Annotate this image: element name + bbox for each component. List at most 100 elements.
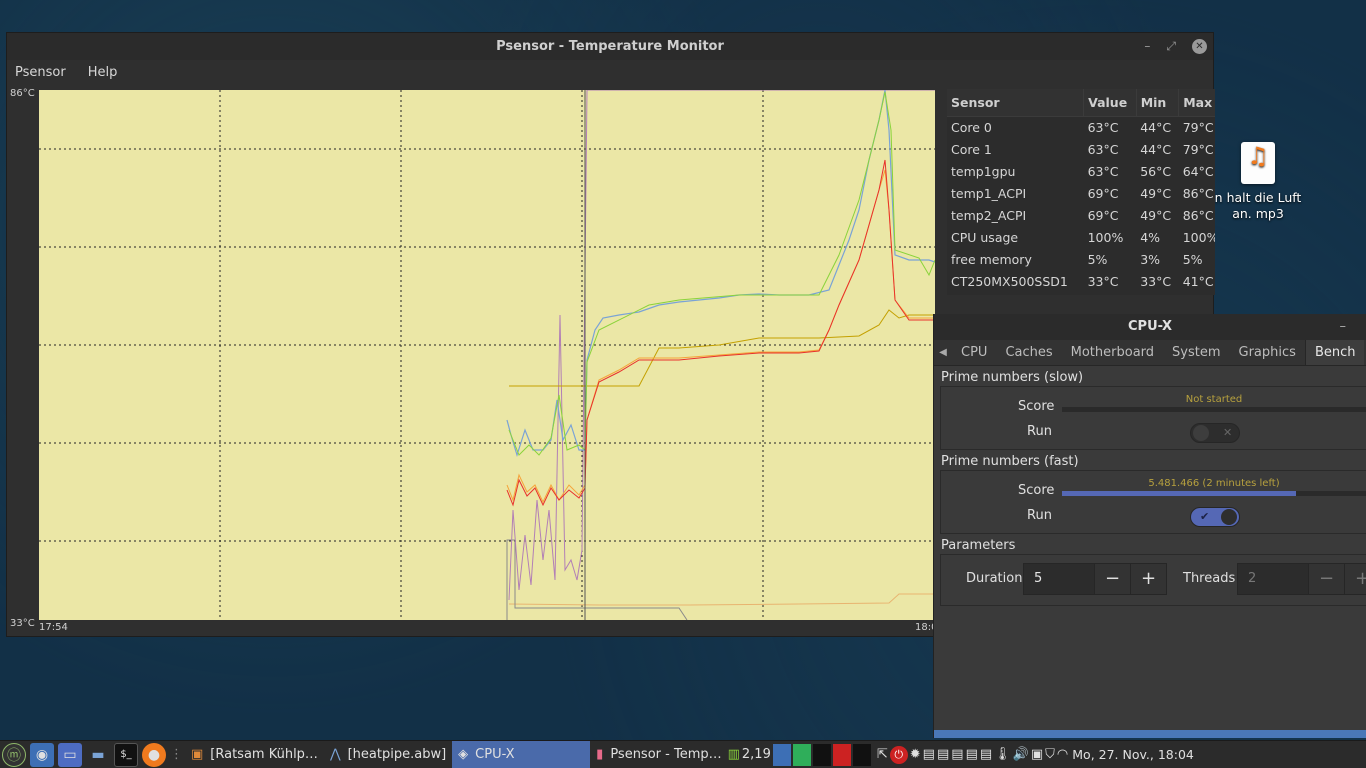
- thermometer-icon[interactable]: 🌡: [994, 747, 1011, 762]
- tab-caches[interactable]: Caches: [996, 340, 1061, 365]
- task-heatpipe[interactable]: ⋀ [heatpipe.abw]: [324, 741, 452, 768]
- task-label: Psensor - Temp…: [610, 747, 722, 762]
- prime-slow-score-label: Score: [1018, 399, 1055, 414]
- prime-fast-score-label: Score: [1018, 483, 1055, 498]
- series-free-memory: [508, 593, 935, 606]
- graph-x-start: 17:54: [39, 622, 68, 633]
- taskbar: ⓜ ◉ ▭ ▬ $_ ● ⋮ ▣ [Ratsam Kühlp… ⋀ [heatp…: [0, 740, 1366, 768]
- wifi-icon[interactable]: ◠: [1057, 747, 1068, 762]
- tab-bench[interactable]: Bench: [1304, 340, 1365, 365]
- sensor-value: 69°C: [1087, 208, 1119, 223]
- tab-scroll-left-icon[interactable]: ◀: [934, 347, 952, 358]
- sensor-row[interactable]: CT250MX500SSD1 33°C 33°C 41°C: [947, 271, 1215, 293]
- menu-psensor[interactable]: Psensor: [15, 65, 66, 80]
- prime-fast-score-text: 5.481.466 (2 minutes left): [1148, 478, 1280, 489]
- power-icon[interactable]: ⏻: [889, 745, 908, 764]
- maximize-icon[interactable]: ⤢: [1166, 33, 1176, 60]
- minimize-icon[interactable]: –: [1340, 314, 1347, 340]
- sensor-row[interactable]: temp1gpu 63°C 56°C 64°C: [947, 161, 1215, 183]
- task-ratsam[interactable]: ▣ [Ratsam Kühlp…: [185, 741, 324, 768]
- col-max[interactable]: Max: [1178, 89, 1215, 117]
- threads-spinner: 2 − +: [1237, 563, 1366, 595]
- duration-decrement-button[interactable]: −: [1094, 564, 1130, 594]
- sensor-min: 44°C: [1140, 120, 1172, 135]
- graph-svg: [39, 89, 936, 621]
- sensor-value: 33°C: [1087, 274, 1119, 289]
- sensor-max: 5%: [1182, 252, 1203, 267]
- col-sensor[interactable]: Sensor: [947, 89, 1085, 117]
- sensor-min: 49°C: [1140, 208, 1172, 223]
- menu-help[interactable]: Help: [88, 65, 118, 80]
- minimize-icon[interactable]: –: [1144, 33, 1150, 60]
- drive-icon[interactable]: ▤: [980, 747, 992, 762]
- drive-icon[interactable]: ▤: [923, 747, 935, 762]
- cpux-icon: ◈: [458, 747, 469, 762]
- prime-slow-run-label: Run: [1027, 424, 1052, 439]
- sensor-row[interactable]: free memory 5% 3% 5%: [947, 249, 1215, 271]
- swap-graph-icon[interactable]: [832, 743, 851, 766]
- col-min[interactable]: Min: [1136, 89, 1180, 117]
- screenshot-icon[interactable]: ◉: [30, 742, 54, 767]
- prime-fast-run-toggle[interactable]: ✔: [1190, 507, 1240, 527]
- drive-icon[interactable]: ▤: [966, 747, 978, 762]
- toggle-knob: [1193, 425, 1209, 441]
- duration-increment-button[interactable]: +: [1130, 564, 1166, 594]
- system-tray: ▥ 2,19 ⇱ ⏻ ✹ ▤ ▤ ▤ ▤ ▤ 🌡 🔊 ▣ ⛉ ◠: [728, 743, 1068, 766]
- sensor-max: 41°C: [1182, 274, 1214, 289]
- graph-y-min: 33°C: [10, 618, 35, 629]
- load-graph-icon[interactable]: [852, 743, 871, 766]
- sensor-table: Sensor Value Min Max C Core 0 63°C 44°C 79°…: [947, 89, 1215, 295]
- duration-value[interactable]: 5: [1024, 564, 1094, 594]
- desktop-icon[interactable]: ▭: [58, 742, 82, 767]
- cpux-title: CPU-X: [1128, 319, 1172, 334]
- tab-cpu[interactable]: CPU: [952, 340, 996, 365]
- prime-fast-progress-fill: [1062, 491, 1297, 496]
- shield-icon[interactable]: ⛉: [1045, 747, 1055, 762]
- network-icon[interactable]: ⇱: [877, 747, 888, 762]
- prime-slow-progress: [1062, 407, 1366, 412]
- brightness-icon[interactable]: ✹: [910, 747, 921, 762]
- prime-slow-run-toggle[interactable]: ✕: [1190, 423, 1240, 443]
- folder-icon[interactable]: ▬: [86, 743, 110, 767]
- net-graph-icon[interactable]: [812, 743, 831, 766]
- volume-icon[interactable]: 🔊: [1013, 747, 1029, 762]
- cpu-graph-icon[interactable]: [772, 743, 791, 766]
- task-label: [heatpipe.abw]: [347, 747, 447, 762]
- clock[interactable]: Mo, 27. Nov., 18:04: [1068, 747, 1200, 762]
- abiword-icon: ⋀: [329, 747, 341, 762]
- duration-label: Duration: [966, 571, 1023, 586]
- task-label: [Ratsam Kühlp…: [210, 747, 318, 762]
- sensor-row[interactable]: temp2_ACPI 69°C 49°C 86°C: [947, 205, 1215, 227]
- series-ssd: [506, 539, 688, 621]
- terminal-icon[interactable]: $_: [114, 742, 138, 767]
- close-icon[interactable]: ✕: [1192, 39, 1207, 54]
- psensor-menubar: Psensor Help: [7, 60, 1213, 84]
- duration-spinner: 5 − +: [1023, 563, 1167, 595]
- cpux-titlebar[interactable]: CPU-X –: [934, 314, 1366, 340]
- sensor-row[interactable]: CPU usage 100% 4% 100%: [947, 227, 1215, 249]
- sensor-row[interactable]: temp1_ACPI 69°C 49°C 86°C: [947, 183, 1215, 205]
- mem-graph-icon[interactable]: [792, 743, 811, 766]
- task-psensor[interactable]: ▮ Psensor - Temp…: [590, 741, 727, 768]
- task-cpux[interactable]: ◈ CPU-X: [452, 740, 591, 768]
- parameters-title: Parameters: [941, 538, 1016, 553]
- toggle-knob: [1221, 509, 1237, 525]
- threads-increment-button[interactable]: +: [1344, 564, 1366, 594]
- threads-value[interactable]: 2: [1238, 564, 1308, 594]
- firefox-icon[interactable]: ●: [142, 742, 166, 767]
- cpu-load-icon[interactable]: ▥: [728, 747, 740, 762]
- col-value[interactable]: Value: [1083, 89, 1137, 117]
- sensor-row[interactable]: Core 1 63°C 44°C 79°C: [947, 139, 1215, 161]
- sensor-row[interactable]: Core 0 63°C 44°C 79°C: [947, 116, 1215, 139]
- psensor-titlebar[interactable]: Psensor - Temperature Monitor – ⤢ ✕: [7, 33, 1213, 60]
- drive-icon[interactable]: ▤: [937, 747, 949, 762]
- desktop-file-icon[interactable]: ♫ n halt die Luft an. mp3: [1212, 142, 1304, 222]
- tab-graphics[interactable]: Graphics: [1230, 340, 1305, 365]
- drive-icon[interactable]: ▤: [951, 747, 963, 762]
- tab-system[interactable]: System: [1163, 340, 1229, 365]
- menu-icon[interactable]: ⓜ: [2, 742, 26, 767]
- desktop-file-label: n halt die Luft an. mp3: [1214, 190, 1302, 221]
- clipboard-icon[interactable]: ▣: [1031, 747, 1043, 762]
- tab-motherboard[interactable]: Motherboard: [1062, 340, 1163, 365]
- threads-decrement-button[interactable]: −: [1308, 564, 1344, 594]
